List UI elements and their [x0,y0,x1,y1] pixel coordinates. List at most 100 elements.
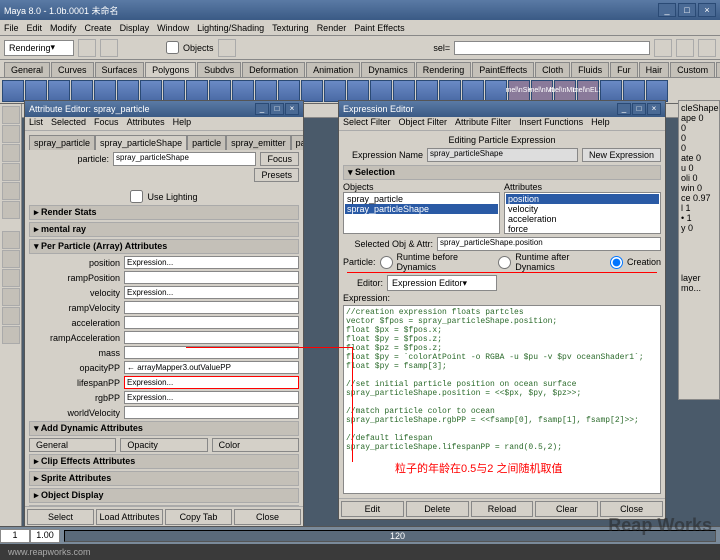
section-mental-ray[interactable]: ▸ mental ray [29,222,299,237]
ae-tab[interactable]: particle [187,135,226,150]
attr-field[interactable] [124,316,299,329]
layout-icon[interactable] [2,269,20,287]
maximize-button[interactable]: □ [678,3,696,17]
ae-menu[interactable]: ListSelectedFocusAttributesHelp [25,117,303,131]
shelf-mel-icon[interactable]: mel\nELS [577,80,599,102]
tab-hair[interactable]: Hair [639,62,670,77]
shelf-icon[interactable] [71,80,93,102]
shelf-icon[interactable] [25,80,47,102]
expr-name-input[interactable]: spray_particleShape [427,148,578,162]
shelf-icon[interactable] [94,80,116,102]
tab-cloth[interactable]: Cloth [535,62,570,77]
menu-edit[interactable]: Edit [27,23,43,33]
tool-icon[interactable] [676,39,694,57]
list-item[interactable]: acceleration [506,214,659,224]
layout-icon[interactable] [2,307,20,325]
tab-general[interactable]: General [4,62,50,77]
attr-field[interactable]: Expression... [124,391,299,404]
tab-rendering[interactable]: Rendering [416,62,472,77]
main-menubar[interactable]: File Edit Modify Create Display Window L… [0,20,720,36]
shelf-icon[interactable] [416,80,438,102]
selection-section[interactable]: ▾ Selection [343,165,661,180]
tab-deformation[interactable]: Deformation [242,62,305,77]
menu-render[interactable]: Render [317,23,347,33]
menu-painteffects[interactable]: Paint Effects [354,23,404,33]
editor-dropdown[interactable]: Expression Editor ▾ [387,275,497,291]
channel-box[interactable]: cleShape ape 0 0 0 0 ate 0 u 0 oli 0 win… [678,100,720,400]
ae-tab[interactable]: spray_particle [29,135,95,150]
shelf-icon[interactable] [209,80,231,102]
shelf-icon[interactable] [255,80,277,102]
menu-file[interactable]: File [4,23,19,33]
focus-button[interactable]: Focus [260,152,299,166]
shelf-icon[interactable] [117,80,139,102]
time-cur-input[interactable]: 1.00 [30,529,60,543]
shelf-icon[interactable] [393,80,415,102]
shelf-icon[interactable] [485,80,507,102]
tool-icon[interactable] [654,39,672,57]
shelf-tabs[interactable]: General Curves Surfaces Polygons Subdvs … [0,60,720,78]
scale-tool-icon[interactable] [2,182,20,200]
tool-icon[interactable] [698,39,716,57]
attr-opacitypp-field[interactable]: ← arrayMapper3.outValuePP [124,361,299,374]
shelf-icon[interactable] [163,80,185,102]
layout-icon[interactable] [2,231,20,249]
shelf-icon[interactable] [623,80,645,102]
list-item-selected[interactable]: spray_particleShape [345,204,498,214]
attr-field[interactable] [124,331,299,344]
list-item[interactable]: spray_particle [345,194,498,204]
shelf-icon[interactable] [2,80,24,102]
menu-display[interactable]: Display [120,23,150,33]
attr-lifespanpp-field[interactable]: Expression... [124,376,299,389]
shelf-icon[interactable] [301,80,323,102]
section-obj-display[interactable]: ▸ Object Display [29,488,299,503]
list-item[interactable]: velocity [506,204,659,214]
list-item[interactable]: force [506,224,659,234]
minimize-icon[interactable]: _ [255,103,269,115]
shelf-icon[interactable] [232,80,254,102]
layout-icon[interactable] [2,326,20,344]
attr-field[interactable] [124,406,299,419]
maximize-icon[interactable]: □ [270,103,284,115]
close-icon[interactable]: × [647,103,661,115]
layout-icon[interactable] [2,250,20,268]
select-button[interactable]: Select [27,509,94,525]
general-button[interactable]: General [29,438,116,452]
tab-subdvs[interactable]: Subdvs [197,62,241,77]
menu-lighting[interactable]: Lighting/Shading [197,23,264,33]
maximize-icon[interactable]: □ [632,103,646,115]
close-button[interactable]: × [698,3,716,17]
shelf-icon[interactable] [278,80,300,102]
presets-button[interactable]: Presets [254,168,299,182]
rotate-tool-icon[interactable] [2,163,20,181]
particle-name-input[interactable]: spray_particleShape [113,152,256,166]
objects-checkbox[interactable] [166,41,179,54]
shelf-icon[interactable] [324,80,346,102]
close-button[interactable]: Close [234,509,301,525]
shelf-icon[interactable] [462,80,484,102]
section-per-particle[interactable]: ▾ Per Particle (Array) Attributes [29,239,299,254]
shelf-icon[interactable] [646,80,668,102]
tab-sun[interactable]: sun [716,62,720,77]
reload-button[interactable]: Reload [471,501,534,517]
new-expression-button[interactable]: New Expression [582,148,661,162]
tab-dynamics[interactable]: Dynamics [361,62,415,77]
copy-tab-button[interactable]: Copy Tab [165,509,232,525]
section-clip[interactable]: ▸ Clip Effects Attributes [29,454,299,469]
clear-button[interactable]: Clear [535,501,598,517]
load-attributes-button[interactable]: Load Attributes [96,509,163,525]
tab-fur[interactable]: Fur [610,62,638,77]
tool-icon[interactable] [78,39,96,57]
time-start-input[interactable]: 1 [0,529,30,543]
lasso-tool-icon[interactable] [2,125,20,143]
shelf-icon[interactable] [140,80,162,102]
sel-obj-input[interactable]: spray_particleShape.position [437,237,661,251]
shelf-icon[interactable] [347,80,369,102]
tab-animation[interactable]: Animation [306,62,360,77]
shelf-icon[interactable] [370,80,392,102]
tool-icon[interactable] [100,39,118,57]
section-render-stats[interactable]: ▸ Render Stats [29,205,299,220]
minimize-icon[interactable]: _ [617,103,631,115]
shelf-mel-icon[interactable]: mel\nSH [508,80,530,102]
manip-tool-icon[interactable] [2,201,20,219]
